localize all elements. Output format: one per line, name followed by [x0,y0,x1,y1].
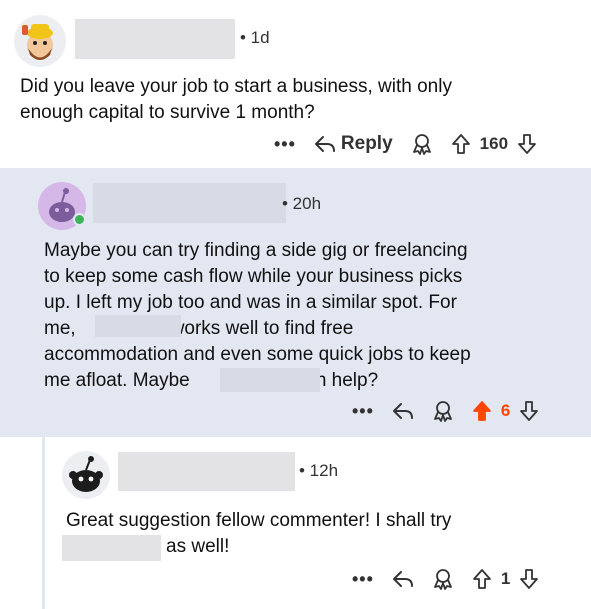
downvote-icon[interactable] [519,568,539,590]
reply-button[interactable] [392,401,414,421]
more-options-button[interactable]: ••• [274,134,296,155]
reply-icon [314,136,335,152]
redacted-text [95,315,181,337]
more-options-button[interactable]: ••• [352,401,374,422]
vote-count: 160 [479,134,509,153]
award-button[interactable] [432,568,454,590]
comment-1: • 1d Did you leave your job to start a b… [0,0,591,168]
comment-line: enough capital to survive 1 month? [20,102,315,123]
vote-count: 6 [500,401,511,420]
comment-actions: ••• Reply 160 [274,130,537,158]
redacted-username [118,452,295,491]
comment-line: to keep some cash flow while your busine… [44,266,463,287]
award-icon [412,134,431,155]
upvote-icon[interactable] [472,400,492,422]
downvote-icon[interactable] [517,133,537,155]
comment-fragment: me afloat. Maybe [44,370,190,391]
comment-line: Did you leave your job to start a busine… [20,76,452,97]
vote-group: 6 [472,400,539,422]
vote-count: 1 [500,569,511,588]
snoo-avatar-icon [69,456,103,492]
online-status-dot [73,213,86,226]
user-avatar[interactable] [62,451,110,499]
reply-label: Reply [340,133,393,154]
comment-line: Great suggestion fellow commenter! I sha… [66,510,452,531]
reply-icon [392,571,413,587]
comment-timestamp: • 20h [282,194,322,213]
user-avatar[interactable] [14,15,66,67]
comment-fragment: as well! [166,536,230,557]
comment-actions: ••• 1 [352,565,539,593]
more-options-button[interactable]: ••• [352,569,374,590]
comment-actions: ••• 6 [352,397,539,425]
redacted-username [93,183,286,223]
redacted-text [62,535,161,561]
comment-line: up. I left my job too and was in a simil… [44,292,457,313]
comment-fragment: me, [44,318,76,339]
reply-button[interactable] [392,569,414,589]
vote-group: 160 [451,133,537,155]
award-icon [434,401,452,422]
comment-timestamp: • 12h [299,461,339,480]
redacted-username [75,19,235,59]
comment-timestamp: • 1d [240,28,270,47]
reply-icon [392,403,413,419]
comment-line: Maybe you can try finding a side gig or … [44,240,468,261]
comment-body: Did you leave your job to start a busine… [20,74,452,126]
award-button[interactable] [432,400,454,422]
award-icon [434,569,452,590]
upvote-icon[interactable] [472,568,492,590]
award-button[interactable] [411,133,433,155]
comment-fragment: works well to find free [170,318,354,339]
upvote-icon[interactable] [451,133,471,155]
comment-line: accommodation and even some quick jobs t… [44,344,471,365]
reply-button[interactable]: Reply [314,133,393,155]
snoo-avatar-icon [22,24,53,60]
redacted-text [220,368,320,392]
downvote-icon[interactable] [519,400,539,422]
vote-group: 1 [472,568,539,590]
